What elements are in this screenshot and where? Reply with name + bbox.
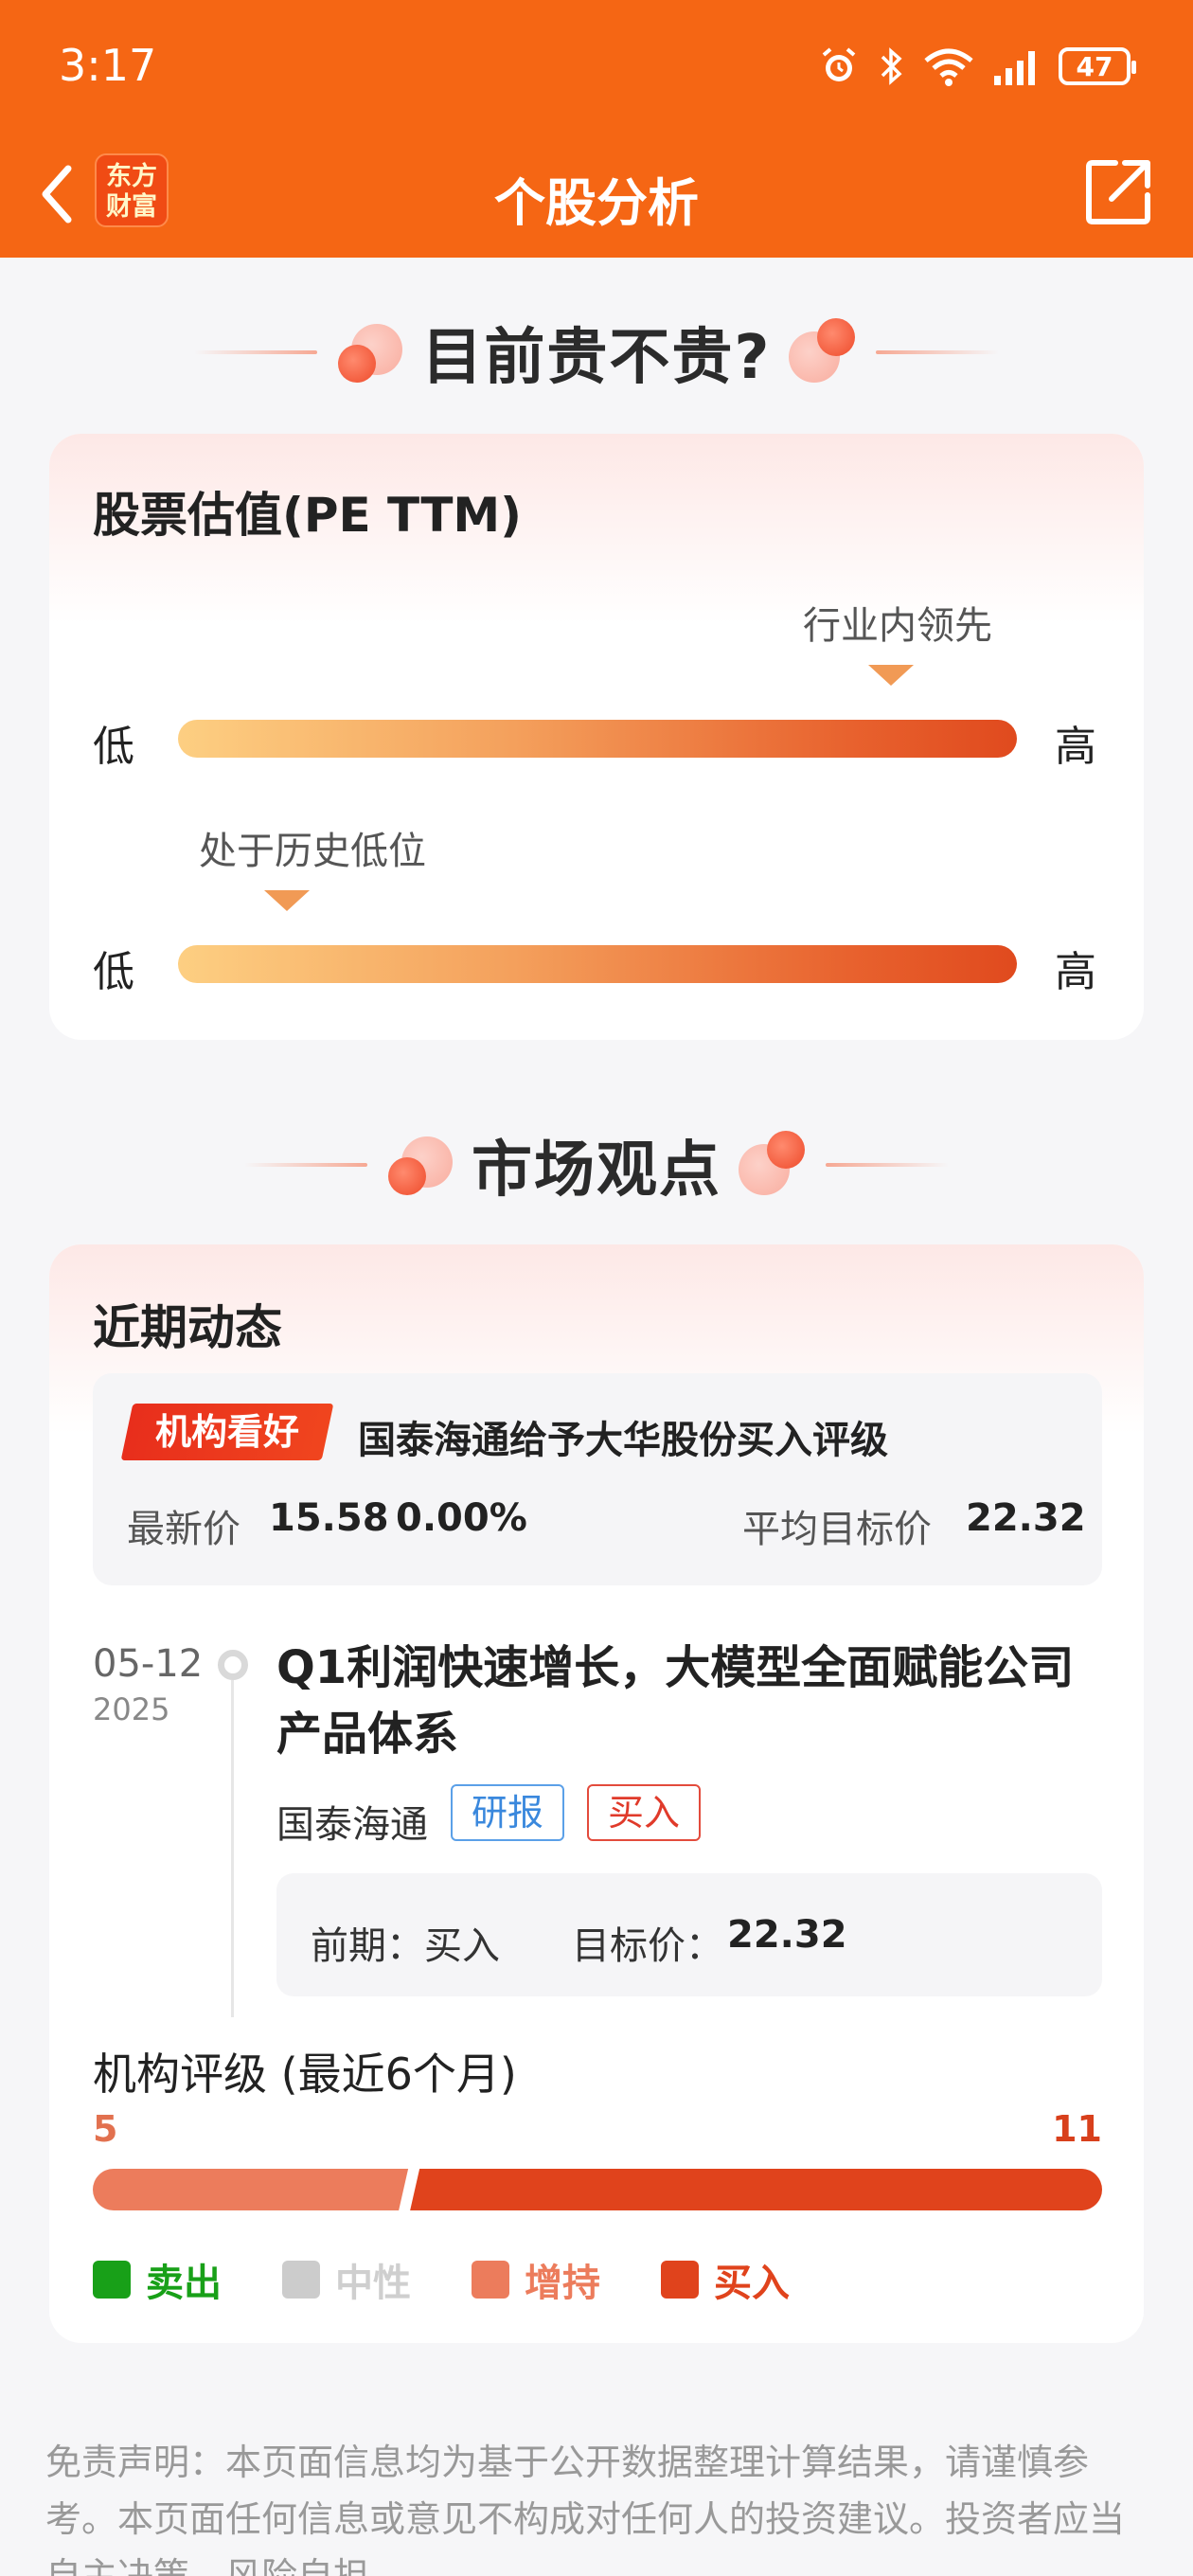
report-title[interactable]: Q1利润快速增长，大模型全面赋能公司产品体系 (276, 1635, 1100, 1767)
battery-indicator: 47 (1059, 47, 1136, 85)
history-marker-triangle (264, 890, 311, 911)
legend-item: 增持 (472, 2252, 600, 2307)
legend-label: 增持 (525, 2262, 600, 2305)
rating-segment-increase (93, 2169, 409, 2210)
heading-bubble-icon (785, 316, 857, 388)
status-icons: 47 (818, 45, 1136, 87)
buy-count: 11 (1052, 2108, 1102, 2150)
report-date: 05-12 (93, 1642, 204, 1686)
buy-rating-tag: 买入 (587, 1784, 702, 1841)
wifi-icon (924, 48, 973, 86)
history-scale-bar (178, 945, 1017, 983)
legend-label: 买入 (714, 2262, 790, 2305)
heading-deco-line (826, 1163, 949, 1167)
legend-item: 卖出 (93, 2252, 222, 2307)
scale-high-label: 高 (1055, 723, 1096, 771)
increase-count: 5 (93, 2108, 118, 2150)
report-year: 2025 (93, 1691, 170, 1727)
page-title: 个股分析 (494, 173, 699, 233)
heading-bubble-icon (735, 1129, 807, 1201)
research-report-tag: 研报 (451, 1784, 565, 1841)
scale-low-label: 低 (93, 948, 134, 996)
nav-bar: 东方 财富 个股分析 (0, 142, 1193, 246)
legend-item: 中性 (282, 2252, 411, 2307)
history-marker-label: 处于历史低位 (199, 830, 426, 873)
valuation-section-heading: 目前贵不贵? (0, 305, 1193, 400)
valuation-heading-text: 目前贵不贵? (421, 323, 772, 393)
history-scale: 低 高 (93, 934, 1125, 996)
market-card-title: 近期动态 (93, 1300, 282, 1355)
legend-swatch (93, 2261, 131, 2299)
avg-target-label: 平均目标价 (742, 1508, 932, 1551)
rating-title: 机构评级 (最近6个月) (93, 2048, 517, 2100)
bluetooth-icon (881, 47, 902, 85)
industry-scale-bar (178, 720, 1017, 758)
legend-label: 卖出 (146, 2262, 222, 2305)
heading-deco-line (244, 1163, 367, 1167)
signal-icon (994, 51, 1035, 85)
rating-distribution-bar (93, 2169, 1102, 2210)
bullish-tag: 机构看好 (120, 1404, 334, 1460)
rating-legend: 卖出 中性 增持 买入 (93, 2252, 790, 2307)
report-detail-box: 前期： 买入 目标价： 22.32 (276, 1873, 1102, 1996)
timeline-dot (218, 1650, 248, 1680)
heading-bubble-icon (386, 1129, 458, 1201)
report-broker: 国泰海通 (276, 1803, 428, 1847)
alarm-icon (822, 47, 856, 81)
news-headline: 国泰海通给予大华股份买入评级 (358, 1419, 888, 1462)
industry-marker-triangle (868, 665, 915, 686)
legend-label: 中性 (335, 2262, 411, 2305)
status-time: 3:17 (59, 40, 157, 91)
industry-marker-label: 行业内领先 (803, 604, 992, 648)
market-heading-text: 市场观点 (472, 1136, 721, 1206)
rating-segment-buy (410, 2169, 1102, 2210)
target-price-value: 22.32 (727, 1913, 847, 1957)
app-header: 3:17 47 东方 财富 个股分析 (0, 0, 1193, 258)
heading-bubble-icon (336, 316, 408, 388)
legend-item: 买入 (661, 2252, 790, 2307)
valuation-card-title: 股票估值(PE TTM) (93, 488, 523, 543)
scale-low-label: 低 (93, 723, 134, 771)
heading-deco-line (875, 350, 999, 354)
previous-rating-label: 前期： (311, 1924, 424, 1968)
market-card: 近期动态 机构看好 国泰海通给予大华股份买入评级 最新价 15.58 0.00%… (49, 1244, 1144, 2343)
news-summary[interactable]: 机构看好 国泰海通给予大华股份买入评级 最新价 15.58 0.00% 平均目标… (93, 1373, 1102, 1585)
target-price-label: 目标价： (572, 1924, 723, 1968)
latest-price-label: 最新价 (127, 1508, 240, 1551)
valuation-card: 股票估值(PE TTM) 行业内领先 低 高 处于历史低位 低 高 (49, 434, 1144, 1040)
legend-swatch (661, 2261, 699, 2299)
previous-rating-value: 买入 (424, 1924, 500, 1968)
status-bar: 3:17 47 (0, 0, 1193, 133)
legend-swatch (472, 2261, 509, 2299)
scale-high-label: 高 (1055, 948, 1096, 996)
heading-deco-line (194, 350, 318, 354)
legend-swatch (282, 2261, 320, 2299)
industry-scale: 低 高 (93, 708, 1125, 771)
price-change: 0.00% (396, 1496, 527, 1540)
share-icon[interactable] (1083, 155, 1155, 227)
timeline-line (231, 1680, 234, 2017)
avg-target-price: 22.32 (966, 1496, 1086, 1540)
market-section-heading: 市场观点 (0, 1118, 1193, 1212)
latest-price: 15.58 (269, 1496, 389, 1540)
disclaimer: 免责声明：本页面信息均为基于公开数据整理计算结果，请谨慎参考。本页面任何信息或意… (45, 2442, 1126, 2576)
